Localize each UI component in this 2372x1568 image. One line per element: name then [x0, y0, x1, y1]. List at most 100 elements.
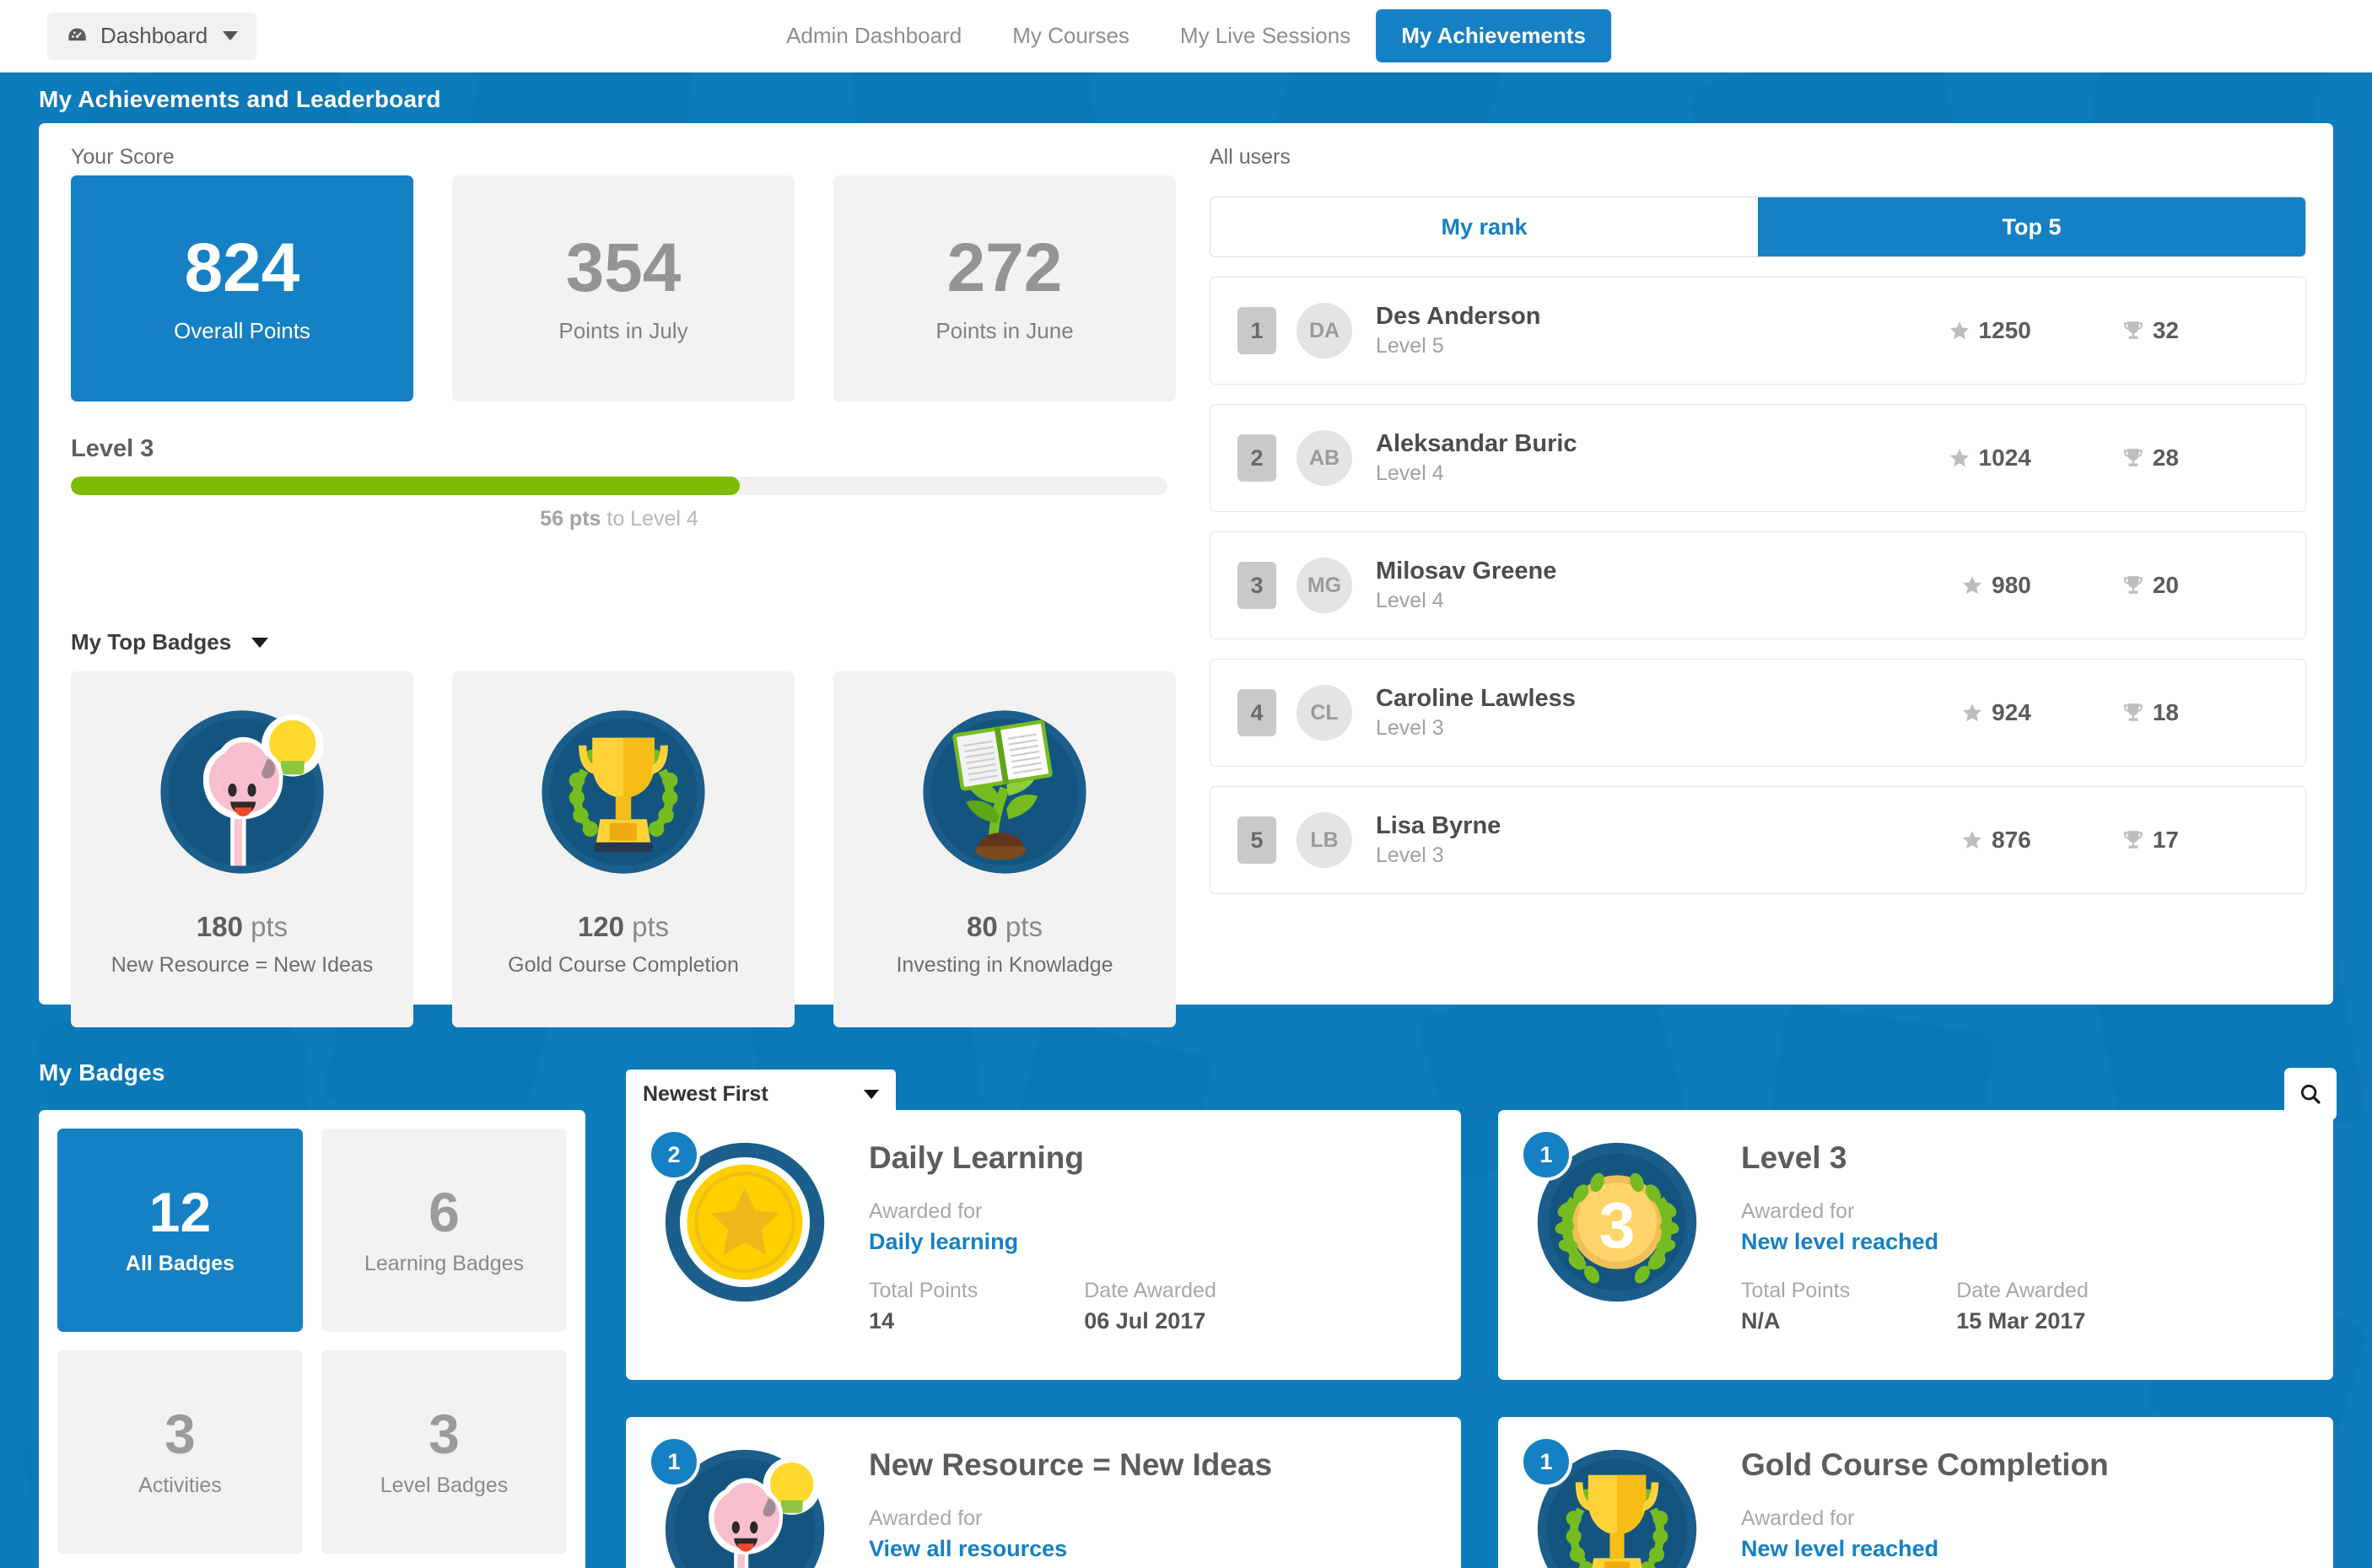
top-navigation-bar: Dashboard Admin Dashboard My Courses My … [0, 0, 2372, 73]
badge-filter-all-badges[interactable]: 12 All Badges [57, 1129, 303, 1332]
dashboard-menu-button[interactable]: Dashboard [47, 12, 257, 60]
leaderboard-user-level: Level 4 [1376, 461, 1444, 485]
leaderboard-points: 876 [1961, 827, 2031, 854]
awarded-for-value[interactable]: View all resources [869, 1536, 1272, 1562]
level-progress-block: Level 3 56 pts to Level 4 [71, 435, 1167, 531]
leaderboard-tab-top-5[interactable]: Top 5 [1758, 197, 2305, 256]
awarded-for-value[interactable]: New level reached [1741, 1229, 2089, 1255]
total-points-label: Total Points [869, 1279, 978, 1302]
leaderboard-user-level: Level 3 [1376, 716, 1444, 740]
score-card-overall-points[interactable]: 824 Overall Points [71, 175, 413, 401]
top-badge-points-value: 80 [967, 911, 998, 942]
score-card-points-june[interactable]: 272 Points in June [833, 175, 1176, 401]
badge-filter-learning-badges[interactable]: 6 Learning Badges [321, 1129, 567, 1332]
top-badge-points: 180 pts [197, 911, 288, 943]
top-badge-name: Investing in Knowladge [896, 953, 1113, 977]
badge-filter-label: All Badges [125, 1252, 235, 1275]
my-badges-title: My Badges [39, 1059, 165, 1086]
leaderboard-points: 924 [1961, 699, 2031, 726]
svg-text:3: 3 [1599, 1189, 1636, 1262]
score-card-points-july[interactable]: 354 Points in July [452, 175, 795, 401]
badge-detail-card[interactable]: 1 [1498, 1417, 2333, 1568]
badge-filter-label: Activities [138, 1474, 222, 1497]
leaderboard-user-name: Lisa Byrne [1376, 812, 1501, 839]
trophy-laurel-icon [542, 710, 705, 874]
badge-detail-card[interactable]: 1 New Resource = New Ideas Awarded for V… [626, 1417, 1461, 1568]
achievements-panel: Your Score 824 Overall Points 354 Points… [39, 123, 2333, 1027]
badge-detail-title: Daily Learning [869, 1140, 1084, 1175]
leaderboard-user-name: Milosav Greene [1376, 558, 1557, 585]
my-top-badges-header[interactable]: My Top Badges [71, 629, 269, 655]
my-badges-filter-panel: 12 All Badges 6 Learning Badges 3 Activi… [39, 1110, 585, 1568]
badge-count-bubble: 1 [1520, 1129, 1572, 1181]
leaderboard: All users My rank Top 5 1 DA Des Anderso… [1210, 145, 2306, 894]
star-icon [1949, 449, 1969, 467]
trophy-icon [2124, 576, 2143, 594]
leaderboard-points-value: 980 [1992, 572, 2031, 598]
leaderboard-points-value: 924 [1992, 699, 2031, 725]
badge-detail-title: Gold Course Completion [1741, 1447, 2109, 1482]
leaderboard-trophies: 18 [2122, 699, 2179, 726]
top-badges-list: 180 pts New Resource = New Ideas 120 pts… [71, 671, 1176, 1027]
leaderboard-trophies: 28 [2122, 445, 2179, 471]
top-badge-points-unit: pts [1005, 911, 1043, 942]
top-badge-card[interactable]: 80 pts Investing in Knowladge [833, 671, 1176, 1027]
leaderboard-trophies-value: 18 [2152, 699, 2179, 725]
top-badge-points: 120 pts [578, 911, 669, 943]
score-card-group: 824 Overall Points 354 Points in July 27… [71, 175, 1176, 401]
trophy-icon [2124, 703, 2143, 721]
tab-my-live-sessions[interactable]: My Live Sessions [1155, 9, 1376, 62]
badge-detail-card[interactable]: 2 Daily Learning Awarded for Daily learn… [626, 1110, 1461, 1380]
points-to-next-level: 56 pts to Level 4 [71, 507, 1167, 531]
leaderboard-row[interactable]: 4 CL Caroline Lawless Level 3 924 18 [1210, 659, 2306, 767]
top-badge-points-unit: pts [251, 911, 288, 942]
tab-admin-dashboard[interactable]: Admin Dashboard [761, 9, 987, 62]
awarded-for-label: Awarded for [869, 1506, 983, 1530]
leaderboard-row[interactable]: 1 DA Des Anderson Level 5 1250 32 [1210, 277, 2306, 385]
tab-my-achievements[interactable]: My Achievements [1376, 9, 1611, 62]
overall-points-label: Overall Points [174, 317, 310, 343]
leaderboard-points-value: 1250 [1978, 317, 2031, 343]
tab-my-courses[interactable]: My Courses [987, 9, 1155, 62]
badge-detail-title: Level 3 [1741, 1140, 1847, 1175]
points-to-next-level-text: to Level 4 [606, 507, 698, 531]
badge-filter-activities[interactable]: 3 Activities [57, 1350, 303, 1554]
leaderboard-user-level: Level 5 [1376, 334, 1444, 358]
badge-filter-level-badges[interactable]: 3 Level Badges [321, 1350, 567, 1554]
date-awarded-value: 15 Mar 2017 [1956, 1308, 2086, 1334]
awarded-for-value[interactable]: New level reached [1741, 1536, 2109, 1562]
star-icon [1949, 321, 1969, 340]
trophy-icon [2124, 449, 2143, 466]
top-badge-card[interactable]: 180 pts New Resource = New Ideas [71, 671, 413, 1027]
leaderboard-points: 980 [1961, 572, 2031, 599]
leaderboard-trophies: 17 [2122, 827, 2179, 854]
leaderboard-points: 1024 [1949, 445, 2031, 471]
trophy-icon [2124, 831, 2143, 849]
leaderboard-points-value: 1024 [1978, 445, 2031, 471]
chevron-down-icon[interactable] [251, 637, 269, 648]
badge-filter-count: 3 [164, 1403, 196, 1465]
top-badge-card[interactable]: 120 pts Gold Course Completion [452, 671, 795, 1027]
your-score-heading: Your Score [71, 145, 175, 169]
leaderboard-trophies: 20 [2122, 572, 2179, 599]
leaderboard-tab-my-rank[interactable]: My rank [1210, 197, 1758, 256]
leaderboard-row[interactable]: 2 AB Aleksandar Buric Level 4 1024 28 [1210, 404, 2306, 512]
leaderboard-trophies-value: 17 [2152, 827, 2179, 853]
points-july-value: 354 [565, 229, 682, 306]
awarded-for-label: Awarded for [869, 1199, 983, 1223]
badge-detail-title: New Resource = New Ideas [869, 1447, 1273, 1482]
chevron-down-icon [223, 31, 239, 40]
badge-detail-card[interactable]: 1 [1498, 1110, 2333, 1380]
awarded-for-label: Awarded for [1741, 1506, 1855, 1530]
leaderboard-row[interactable]: 5 LB Lisa Byrne Level 3 876 17 [1210, 786, 2306, 894]
badge-filter-count: 6 [429, 1181, 460, 1243]
avatar: MG [1297, 558, 1352, 613]
avatar: CL [1297, 685, 1352, 741]
badge-count-bubble: 2 [648, 1129, 700, 1181]
awarded-for-value[interactable]: Daily learning [869, 1229, 1216, 1255]
top-badge-name: Gold Course Completion [508, 953, 739, 977]
leaderboard-points-value: 876 [1992, 827, 2031, 853]
leaderboard-row[interactable]: 3 MG Milosav Greene Level 4 980 20 [1210, 531, 2306, 639]
points-june-value: 272 [946, 229, 1063, 306]
badge-filter-count: 3 [429, 1403, 460, 1465]
